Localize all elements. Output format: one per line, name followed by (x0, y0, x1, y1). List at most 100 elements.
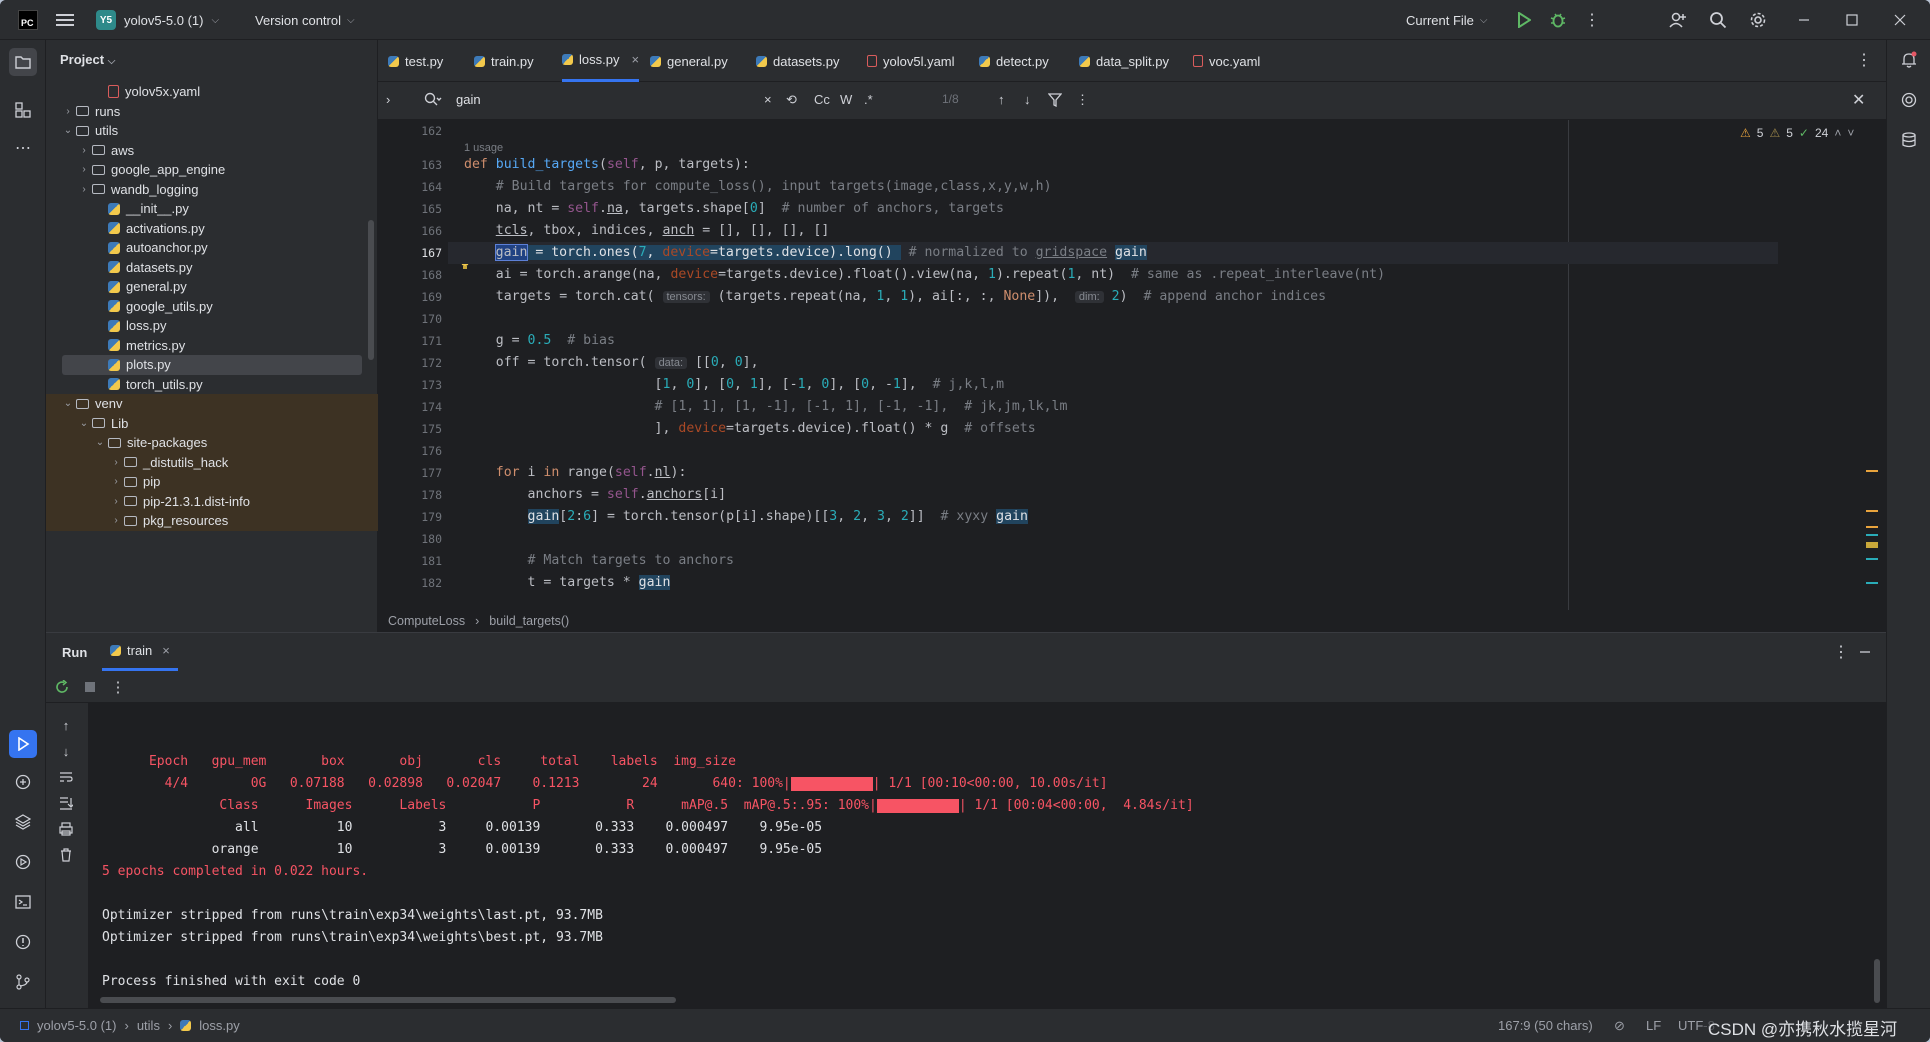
tree-item[interactable]: datasets.py (46, 258, 378, 278)
settings-gear-icon[interactable] (1748, 10, 1768, 30)
run-toolbar-more-icon[interactable]: ⋮ (110, 679, 126, 696)
debug-icon[interactable] (1548, 10, 1568, 30)
run-tool-icon[interactable] (9, 730, 37, 758)
tree-item[interactable]: general.py (46, 277, 378, 297)
tab-test-py[interactable]: test.py (388, 40, 443, 82)
version-control-menu[interactable]: Version control ⌵ (255, 0, 355, 40)
tree-item[interactable]: loss.py (46, 316, 378, 336)
status-folder[interactable]: utils (137, 1018, 160, 1033)
project-switcher[interactable]: Y5 yolov5-5.0 (1) ⌵ (96, 0, 219, 40)
search-history-icon[interactable] (424, 92, 442, 108)
python-packages-icon[interactable] (13, 812, 33, 832)
new-line-icon[interactable]: ⟲ (786, 92, 797, 108)
tab-data_split-py[interactable]: data_split.py (1079, 40, 1169, 82)
terminal-icon[interactable] (13, 892, 33, 912)
tree-item[interactable]: › google_app_engine (46, 160, 378, 180)
stop-icon[interactable] (82, 679, 98, 695)
database-icon[interactable] (1899, 130, 1919, 150)
console-output[interactable]: Epoch gpu_mem box obj cls total labels i… (102, 729, 1862, 999)
tree-item[interactable]: torch_utils.py (46, 375, 378, 395)
tree-item[interactable]: › pkg_resources (46, 511, 378, 531)
tree-item[interactable]: ⌄ Lib (46, 413, 378, 433)
error-stripe[interactable] (1864, 120, 1878, 610)
tabs-more-icon[interactable]: ⋮ (1854, 50, 1874, 70)
tab-loss-py[interactable]: loss.py × (562, 40, 640, 82)
clear-all-trash-icon[interactable] (58, 847, 74, 863)
tree-item[interactable]: › _distutils_hack (46, 452, 378, 472)
more-actions-icon[interactable]: ⋮ (1582, 10, 1602, 30)
tab-detect-py[interactable]: detect.py (979, 40, 1049, 82)
match-case-toggle[interactable]: Cc (814, 92, 830, 107)
add-user-icon[interactable] (1668, 10, 1688, 30)
ai-assistant-icon[interactable] (1899, 90, 1919, 110)
previous-occurrence-icon[interactable]: ↑ (998, 92, 1005, 107)
tab-voc-yaml[interactable]: voc.yaml (1193, 40, 1260, 82)
tree-item[interactable]: plots.py (62, 355, 362, 375)
close-window-icon[interactable] (1890, 10, 1910, 30)
python-console-icon[interactable] (13, 772, 33, 792)
close-tab-icon[interactable]: × (162, 643, 170, 658)
chevron-down-icon[interactable]: ⌄ (60, 125, 76, 136)
more-tools-icon[interactable]: ⋯ (13, 138, 33, 158)
tree-item[interactable]: autoanchor.py (46, 238, 378, 258)
console-horizontal-scrollbar[interactable] (100, 997, 676, 1003)
run-config-selector[interactable]: Current File ⌵ (1406, 0, 1488, 40)
next-occurrence-icon[interactable]: ↓ (1024, 92, 1031, 107)
find-more-icon[interactable]: ⋮ (1076, 92, 1089, 108)
search-icon[interactable] (1708, 10, 1728, 30)
breadcrumb-method[interactable]: build_targets() (489, 614, 569, 628)
tree-item[interactable]: › wandb_logging (46, 180, 378, 200)
clear-search-icon[interactable]: × (764, 92, 772, 107)
tree-item[interactable]: › runs (46, 102, 378, 122)
chevron-down-icon[interactable]: ⌄ (92, 437, 108, 448)
services-icon[interactable] (13, 852, 33, 872)
problems-icon[interactable] (13, 932, 33, 952)
soft-wrap-icon[interactable] (58, 769, 74, 785)
run-icon[interactable] (1514, 10, 1534, 30)
git-branch-icon[interactable] (13, 972, 33, 992)
tab-yolov5l-yaml[interactable]: yolov5l.yaml (867, 40, 955, 82)
chevron-right-icon[interactable]: › (108, 476, 124, 487)
scroll-down-icon[interactable]: ↓ (58, 743, 74, 759)
minimize-icon[interactable] (1794, 10, 1814, 30)
tab-datasets-py[interactable]: datasets.py (756, 40, 840, 82)
chevron-right-icon[interactable]: › (108, 496, 124, 507)
run-tab-train[interactable]: train × (102, 633, 178, 671)
status-file[interactable]: loss.py (199, 1018, 239, 1033)
tree-item[interactable]: ⌄ venv (46, 394, 378, 414)
tree-item[interactable]: activations.py (46, 219, 378, 239)
main-menu-icon[interactable] (56, 0, 74, 40)
tree-item[interactable]: › pip-21.3.1.dist-info (46, 491, 378, 511)
no-edit-icon[interactable]: ⊘ (1614, 1018, 1625, 1034)
close-tab-icon[interactable]: × (631, 52, 639, 67)
console-vertical-scrollbar[interactable] (1874, 959, 1880, 1003)
code-view[interactable]: 1 usage def build_targets(self, p, targe… (448, 120, 1778, 650)
chevron-right-icon[interactable]: › (108, 515, 124, 526)
tree-item[interactable]: metrics.py (46, 336, 378, 356)
breadcrumb-class[interactable]: ComputeLoss (388, 614, 465, 628)
chevron-down-icon[interactable]: ⌄ (60, 398, 76, 409)
find-input[interactable]: gain (456, 92, 481, 107)
project-tool-folder-icon[interactable] (9, 48, 37, 76)
regex-toggle[interactable]: .* (864, 92, 873, 107)
notifications-bell-icon[interactable] (1899, 50, 1919, 70)
tree-item[interactable]: ⌄ site-packages (46, 433, 378, 453)
tree-item[interactable]: › aws (46, 141, 378, 161)
tree-scrollbar[interactable] (368, 220, 374, 360)
scroll-up-icon[interactable]: ↑ (58, 717, 74, 733)
chevron-down-icon[interactable]: ⌄ (76, 418, 92, 429)
filter-icon[interactable] (1048, 93, 1062, 107)
whole-words-toggle[interactable]: W (840, 92, 852, 107)
chevron-right-icon[interactable]: › (60, 106, 76, 117)
tab-general-py[interactable]: general.py (650, 40, 728, 82)
chevron-right-icon[interactable]: › (76, 145, 92, 156)
tree-item[interactable]: yolov5x.yaml (46, 82, 378, 102)
tree-item[interactable]: __init__.py (46, 199, 378, 219)
status-project[interactable]: yolov5-5.0 (1) (37, 1018, 116, 1033)
run-more-icon[interactable]: ⋮ (1832, 643, 1850, 661)
expand-replace-icon[interactable]: › (386, 92, 390, 107)
print-icon[interactable] (58, 821, 74, 837)
tree-item[interactable]: ⌄ utils (46, 121, 378, 141)
chevron-right-icon[interactable]: › (76, 164, 92, 175)
structure-icon[interactable] (13, 100, 33, 120)
